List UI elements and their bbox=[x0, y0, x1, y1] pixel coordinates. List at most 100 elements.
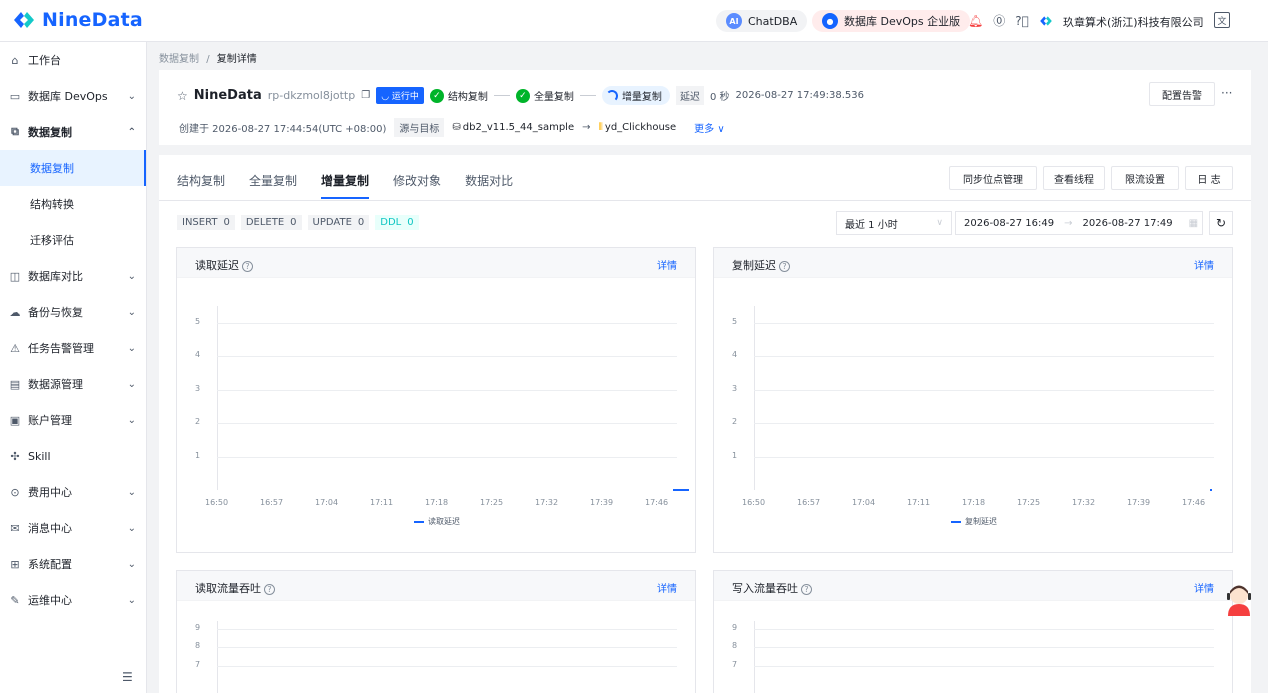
sidebar-item-ops[interactable]: ✎ 运维中心 ⌄ bbox=[0, 582, 146, 618]
support-avatar[interactable] bbox=[1224, 582, 1254, 616]
panel-header: 复制延迟? 详情 bbox=[714, 248, 1232, 278]
chatdba-button[interactable]: AI ChatDBA bbox=[716, 10, 808, 32]
breadcrumb-separator: / bbox=[206, 54, 210, 65]
breadcrumb-current: 复制详情 bbox=[216, 54, 257, 65]
star-icon[interactable]: ☆ bbox=[177, 89, 188, 103]
tab-incremental[interactable]: 增量复制 bbox=[321, 172, 370, 199]
globe-icon: ● bbox=[822, 13, 838, 29]
y-axis-line bbox=[754, 621, 755, 693]
sidebar-subitem-migration-eval[interactable]: 迁移评估 bbox=[0, 222, 146, 258]
more-options-icon[interactable]: ··· bbox=[1221, 86, 1232, 100]
panel-title-text: 写入流量吞吐 bbox=[732, 582, 798, 595]
sidebar-item-skill[interactable]: ✣ Skill bbox=[0, 438, 146, 474]
brand-logo[interactable]: NineData bbox=[12, 9, 143, 31]
calendar-icon: ▦ bbox=[1188, 217, 1199, 229]
delay-value: 0 秒 bbox=[709, 92, 730, 103]
log-button[interactable]: 日 志 bbox=[1185, 166, 1233, 190]
copy-icon[interactable]: ❐ bbox=[361, 90, 370, 101]
source-name[interactable]: db2_v11.5_44_sample bbox=[463, 122, 574, 133]
detail-link[interactable]: 详情 bbox=[657, 580, 677, 595]
sidebar-item-label: 消息中心 bbox=[28, 522, 72, 535]
grid-line bbox=[217, 666, 677, 667]
grid-line bbox=[754, 456, 1214, 458]
panel-title-text: 读取延迟 bbox=[195, 259, 239, 272]
sidebar-item-account[interactable]: ▣ 账户管理 ⌄ bbox=[0, 402, 146, 438]
sidebar-item-alarm[interactable]: ⚠ 任务告警管理 ⌄ bbox=[0, 330, 146, 366]
delay-time: 2026-08-27 17:49:38.536 bbox=[735, 90, 864, 101]
counter-value: 0 bbox=[407, 217, 414, 228]
tab-schema[interactable]: 结构复制 bbox=[177, 172, 225, 199]
grid-line bbox=[754, 423, 1214, 425]
brand-name: NineData bbox=[42, 9, 143, 31]
billing-icon: ⊙ bbox=[10, 485, 20, 499]
sync-position-button[interactable]: 同步位点管理 bbox=[949, 166, 1037, 190]
panel-title-text: 读取流量吞吐 bbox=[195, 582, 261, 595]
sidebar-item-backup[interactable]: ☁ 备份与恢复 ⌄ bbox=[0, 294, 146, 330]
detail-link[interactable]: 详情 bbox=[657, 257, 677, 272]
company-name[interactable]: 玖章算术(浙江)科技有限公司 bbox=[1063, 14, 1204, 30]
breadcrumb-parent[interactable]: 数据复制 bbox=[159, 54, 199, 65]
sidebar-subitem-replication[interactable]: 数据复制 bbox=[0, 150, 146, 186]
sidebar-item-datasource[interactable]: ▤ 数据源管理 ⌄ bbox=[0, 366, 146, 402]
sidebar-item-message[interactable]: ✉ 消息中心 ⌄ bbox=[0, 510, 146, 546]
tab-full[interactable]: 全量复制 bbox=[249, 172, 297, 199]
sidebar-item-label: 系统配置 bbox=[28, 558, 72, 571]
tab-modify-objects[interactable]: 修改对象 bbox=[393, 172, 441, 199]
help-icon[interactable]: ? bbox=[779, 261, 790, 272]
sidebar-item-workbench[interactable]: ⌂ 工作台 bbox=[0, 42, 146, 78]
y-tick-label: 9 bbox=[732, 623, 738, 632]
sidebar-item-sysconfig[interactable]: ⊞ 系统配置 ⌄ bbox=[0, 546, 146, 582]
more-link[interactable]: 更多 ∨ bbox=[694, 120, 725, 135]
sidebar-item-label: 工作台 bbox=[28, 54, 61, 67]
sidebar-subitem-schema-convert[interactable]: 结构转换 bbox=[0, 186, 146, 222]
sidebar: ⌂ 工作台 ▭ 数据库 DevOps ⌄ ⧉ 数据复制 ⌃ 数据复制 结构转换 … bbox=[0, 42, 147, 693]
y-axis-line bbox=[217, 306, 218, 490]
devops-enterprise-button[interactable]: ● 数据库 DevOps 企业版 bbox=[812, 10, 971, 32]
chevron-down-icon: ⌄ bbox=[127, 378, 136, 390]
tab-divider bbox=[159, 200, 1251, 201]
stage-label: 结构复制 bbox=[447, 92, 488, 103]
help-icon[interactable]: ? bbox=[801, 584, 812, 595]
y-tick-label: 4 bbox=[195, 350, 201, 360]
x-tick-label: 17:32 bbox=[535, 498, 559, 507]
sidebar-item-devops[interactable]: ▭ 数据库 DevOps ⌄ bbox=[0, 78, 146, 114]
target-name[interactable]: yd_Clickhouse bbox=[605, 122, 676, 133]
throttle-settings-button[interactable]: 限流设置 bbox=[1111, 166, 1179, 190]
y-tick-label: 7 bbox=[732, 660, 738, 669]
refresh-button[interactable]: ↻ bbox=[1209, 211, 1233, 235]
help-icon[interactable]: ? bbox=[242, 261, 253, 272]
date-range-picker[interactable]: 2026-08-27 16:49 → 2026-08-27 17:49 ▦ bbox=[955, 211, 1203, 235]
x-tick-label: 16:57 bbox=[797, 498, 821, 507]
stage-schema: ✓ 结构复制 bbox=[429, 88, 488, 103]
sidebar-item-replication[interactable]: ⧉ 数据复制 ⌃ bbox=[0, 114, 146, 150]
help-icon[interactable]: ? bbox=[264, 584, 275, 595]
time-range-select[interactable]: 最近 1 小时 ∨ bbox=[836, 211, 952, 235]
detail-link[interactable]: 详情 bbox=[1194, 580, 1214, 595]
chevron-down-icon: ⌄ bbox=[127, 90, 136, 102]
language-switch-icon[interactable]: 文 bbox=[1214, 12, 1230, 28]
legend-label: 复制延迟 bbox=[965, 517, 997, 526]
notification-icon[interactable]: 🔔︎ bbox=[968, 14, 983, 28]
x-tick-label: 17:25 bbox=[1017, 498, 1041, 507]
x-tick-label: 17:32 bbox=[1072, 498, 1096, 507]
grid-line bbox=[754, 666, 1214, 667]
grid-line bbox=[217, 423, 677, 425]
sidebar-item-billing[interactable]: ⊙ 费用中心 ⌄ bbox=[0, 474, 146, 510]
help-icon[interactable]: ?⃝ bbox=[1015, 14, 1029, 28]
loading-icon bbox=[605, 89, 618, 102]
created-time: 创建于 2026-08-27 17:44:54(UTC +08:00) bbox=[179, 124, 387, 135]
collapse-sidebar-icon[interactable]: ☰ bbox=[122, 670, 133, 684]
view-threads-button[interactable]: 查看线程 bbox=[1043, 166, 1105, 190]
y-tick-label: 7 bbox=[195, 660, 201, 669]
yuan-icon[interactable]: ⓪ bbox=[993, 12, 1005, 29]
arrow-right-icon: → bbox=[582, 122, 591, 133]
panel-header: 读取延迟? 详情 bbox=[177, 248, 695, 278]
tab-data-compare[interactable]: 数据对比 bbox=[465, 172, 513, 199]
message-icon: ✉ bbox=[10, 521, 20, 535]
legend-label: 读取延迟 bbox=[428, 517, 460, 526]
configure-alarm-button[interactable]: 配置告警 bbox=[1149, 82, 1215, 106]
series-point bbox=[1210, 489, 1212, 491]
sidebar-item-db-compare[interactable]: ◫ 数据库对比 ⌄ bbox=[0, 258, 146, 294]
detail-link[interactable]: 详情 bbox=[1194, 257, 1214, 272]
top-icons: 🔔︎ ⓪ ?⃝ bbox=[968, 12, 1053, 29]
